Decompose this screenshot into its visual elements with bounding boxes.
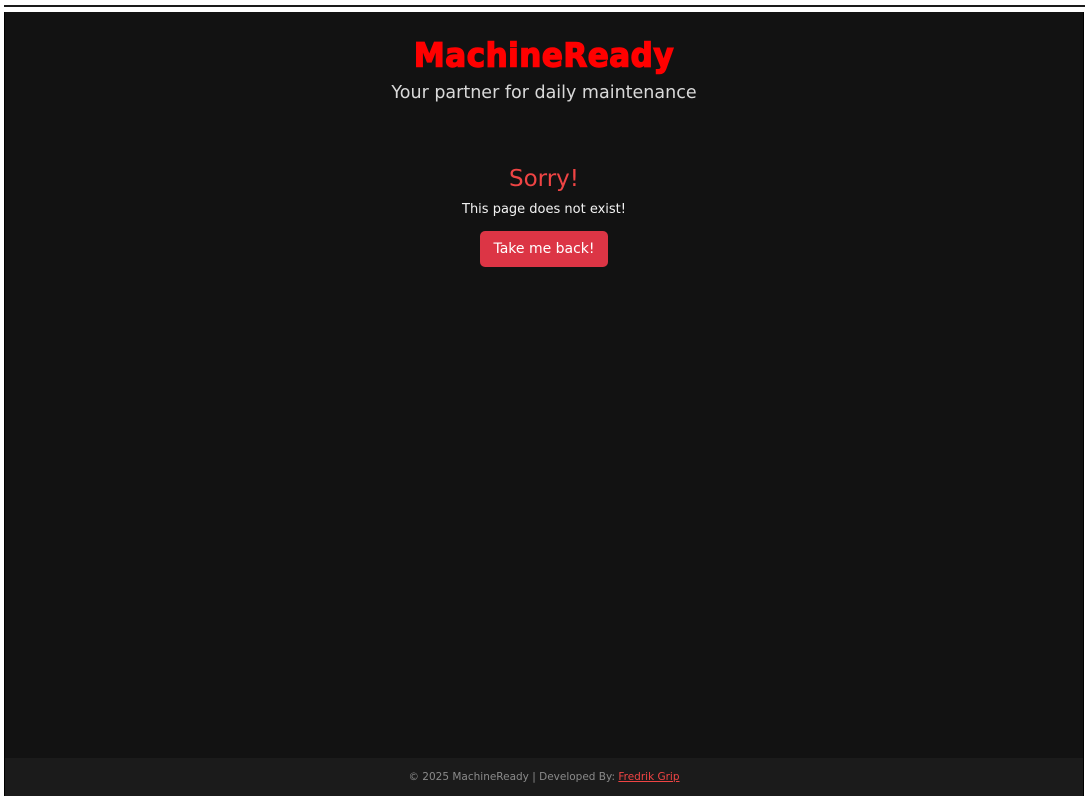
tagline: Your partner for daily maintenance — [391, 83, 697, 103]
top-border — [4, 5, 1085, 7]
footer-copyright: © 2025 MachineReady | Developed By: — [408, 771, 615, 783]
page-footer: © 2025 MachineReady | Developed By: Fred… — [5, 758, 1083, 796]
page-header: MachineReady Your partner for daily main… — [5, 36, 1083, 104]
error-heading: Sorry! — [508, 166, 579, 192]
error-message: This page does not exist! — [462, 202, 626, 217]
take-me-back-button[interactable]: Take me back! — [480, 231, 608, 267]
app-window: MachineReady Your partner for daily main… — [4, 12, 1084, 796]
developer-link[interactable]: Fredrik Grip — [618, 771, 679, 783]
not-found-section: Sorry! This page does not exist! Take me… — [5, 164, 1083, 267]
brand-logo-text[interactable]: MachineReady — [413, 36, 674, 75]
